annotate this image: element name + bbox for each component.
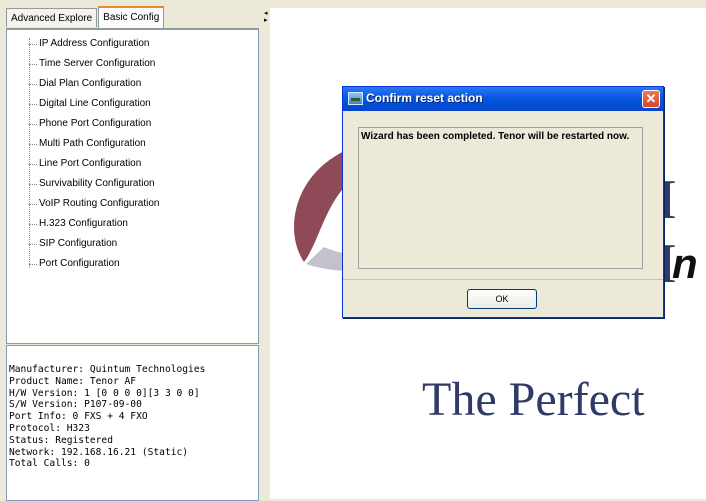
- device-info-panel: Manufacturer: Quintum Technologies Produ…: [6, 345, 259, 501]
- tree-item-sip[interactable]: SIP Configuration: [29, 234, 117, 254]
- tree-item-ip-address[interactable]: IP Address Configuration: [29, 34, 149, 54]
- left-panel: Advanced Explore Basic Config IP Address…: [0, 0, 262, 501]
- tree-item-voip-routing[interactable]: VoIP Routing Configuration: [29, 194, 159, 214]
- info-total-calls: Total Calls: 0: [9, 458, 90, 470]
- java-window-icon: [348, 92, 363, 105]
- info-protocol: Protocol: H323: [9, 422, 90, 434]
- info-hw-version: H/W Version: 1 [0 0 0 0][3 3 0 0]: [9, 387, 200, 399]
- panel-splitter[interactable]: ◂ ▸: [262, 0, 270, 499]
- tab-advanced-explore[interactable]: Advanced Explore: [6, 8, 98, 27]
- tree-item-dial-plan[interactable]: Dial Plan Configuration: [29, 74, 141, 94]
- tree-item-survivability[interactable]: Survivability Configuration: [29, 174, 155, 194]
- info-status: Status: Registered: [9, 434, 113, 446]
- tree-item-h323[interactable]: H.323 Configuration: [29, 214, 128, 234]
- tab-basic-config[interactable]: Basic Config: [98, 6, 165, 28]
- close-button[interactable]: ✕: [642, 90, 660, 108]
- config-tree: IP Address Configuration Time Server Con…: [6, 28, 259, 344]
- dialog-message-area: Wizard has been completed. Tenor will be…: [358, 127, 643, 269]
- tree-item-phone-port[interactable]: Phone Port Configuration: [29, 114, 151, 134]
- panel-tabs: Advanced Explore Basic Config: [6, 6, 165, 28]
- dialog-titlebar[interactable]: Confirm reset action ✕: [343, 87, 663, 111]
- info-product-name: Product Name: Tenor AF: [9, 375, 137, 387]
- tree-item-time-server[interactable]: Time Server Configuration: [29, 54, 155, 74]
- tree-item-port[interactable]: Port Configuration: [29, 254, 120, 274]
- info-manufacturer: Manufacturer: Quintum Technologies: [9, 364, 206, 375]
- dialog-message: Wizard has been completed. Tenor will be…: [361, 131, 630, 142]
- tree-item-multi-path[interactable]: Multi Path Configuration: [29, 134, 146, 154]
- ok-button[interactable]: OK: [467, 289, 537, 309]
- main-top-edge: [270, 0, 706, 8]
- confirm-reset-dialog: Confirm reset action ✕ Wizard has been c…: [342, 86, 664, 318]
- info-port-info: Port Info: 0 FXS + 4 FXO: [9, 411, 148, 423]
- device-info-text: Manufacturer: Quintum Technologies Produ…: [9, 364, 205, 470]
- tagline-text: The Perfect: [422, 373, 645, 426]
- tree-item-digital-line[interactable]: Digital Line Configuration: [29, 94, 151, 114]
- info-sw-version: S/W Version: P107-09-00: [9, 399, 142, 411]
- dialog-divider: [343, 279, 663, 280]
- tree-item-line-port[interactable]: Line Port Configuration: [29, 154, 141, 174]
- logo-italic-text: n: [672, 240, 698, 287]
- info-network: Network: 192.168.16.21 (Static): [9, 446, 189, 458]
- dialog-title: Confirm reset action: [366, 91, 483, 105]
- splitter-arrows-icon[interactable]: ◂ ▸: [264, 10, 268, 24]
